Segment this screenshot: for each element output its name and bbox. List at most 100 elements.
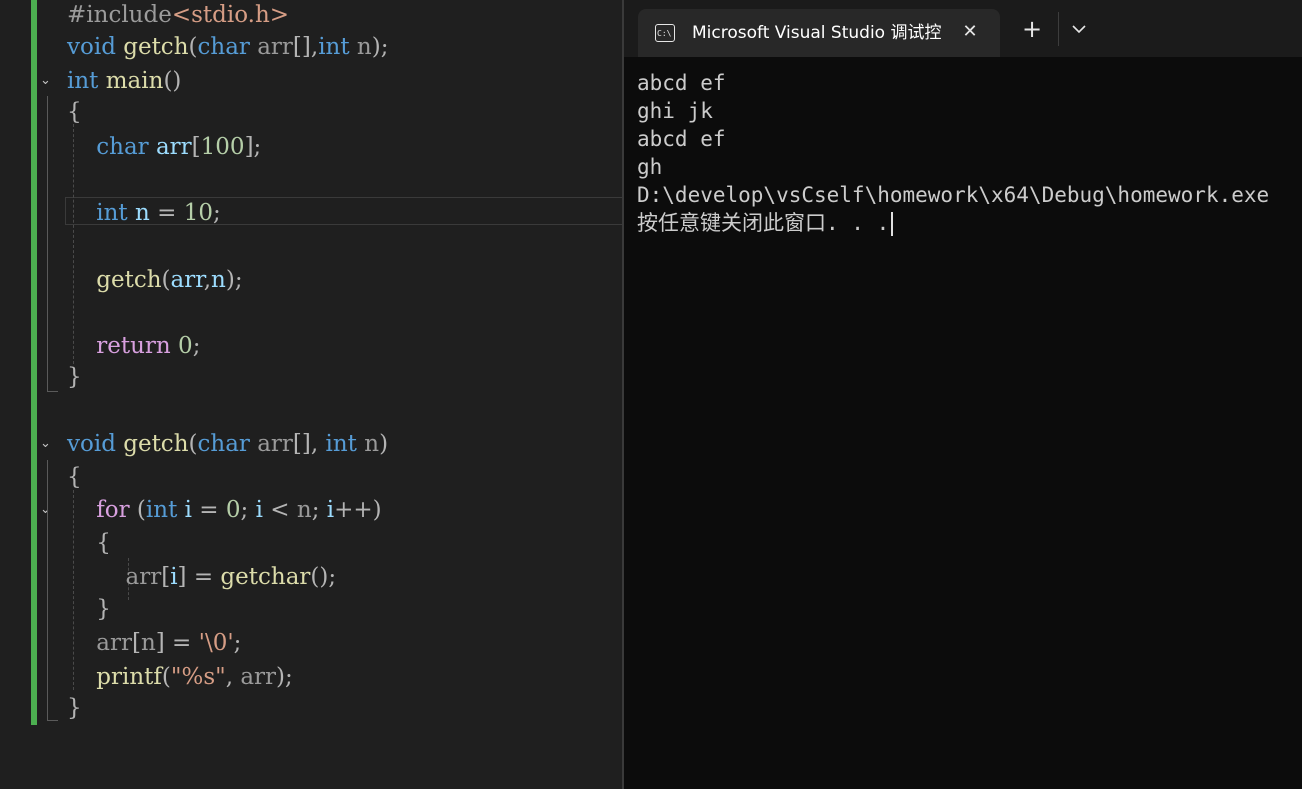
code-line: arr[i] = getchar(); bbox=[67, 562, 337, 592]
code-token: main bbox=[105, 68, 164, 94]
code-line: } bbox=[67, 594, 111, 624]
code-token: ( bbox=[161, 664, 171, 690]
output-line: abcd ef bbox=[637, 127, 726, 151]
code-token: arr bbox=[257, 431, 293, 457]
code-token: arr bbox=[125, 564, 162, 590]
code-line: { bbox=[67, 97, 82, 127]
code-token: [], bbox=[292, 34, 319, 60]
text-caret bbox=[891, 212, 894, 236]
code-token: ]; bbox=[244, 134, 262, 160]
tab-title: Microsoft Visual Studio 调试控 bbox=[692, 23, 942, 43]
code-token: < bbox=[262, 497, 297, 523]
code-token: ); bbox=[276, 664, 293, 690]
code-line: getch(arr,n); bbox=[67, 265, 243, 295]
code-token: printf bbox=[96, 664, 162, 690]
code-token: 10 bbox=[183, 200, 213, 226]
code-token: ( bbox=[129, 497, 146, 523]
code-token: ; bbox=[192, 333, 201, 359]
code-token: int bbox=[96, 200, 128, 226]
output-line: abcd ef bbox=[637, 71, 726, 95]
code-token: [ bbox=[131, 630, 141, 656]
code-token: ) bbox=[379, 431, 389, 457]
code-token: = bbox=[192, 497, 226, 523]
code-token: getch bbox=[123, 34, 189, 60]
code-token: } bbox=[67, 695, 82, 721]
code-token: , bbox=[203, 267, 212, 293]
code-line: printf("%s", arr); bbox=[67, 662, 293, 692]
close-icon[interactable]: ✕ bbox=[958, 19, 982, 45]
code-token: ); bbox=[225, 267, 243, 293]
code-line: void getch(char arr[],int n); bbox=[67, 32, 388, 62]
plus-icon[interactable]: + bbox=[1018, 15, 1046, 43]
code-token: ); bbox=[371, 34, 389, 60]
code-token: 100 bbox=[200, 134, 245, 160]
code-token: i bbox=[184, 497, 192, 523]
code-token: ] = bbox=[155, 630, 199, 656]
code-token: [ bbox=[161, 564, 171, 590]
code-token: ; bbox=[233, 630, 242, 656]
code-token: n bbox=[211, 267, 226, 293]
code-token: = bbox=[149, 200, 184, 226]
code-token: void bbox=[67, 431, 116, 457]
code-token: ( bbox=[188, 34, 198, 60]
output-line-prompt: 按任意键关闭此窗口. . . bbox=[637, 209, 894, 237]
code-editor[interactable]: ⌄ ⌄ ⌄ #include<stdio.h> void getch(char a… bbox=[0, 0, 624, 789]
code-token: () bbox=[163, 68, 182, 94]
code-token: n bbox=[134, 200, 150, 226]
output-line: ghi jk bbox=[637, 99, 713, 123]
code-token: arr bbox=[96, 630, 132, 656]
code-token: 0 bbox=[178, 333, 193, 359]
terminal-tab-bar: C:\ Microsoft Visual Studio 调试控 ✕ + bbox=[624, 0, 1302, 57]
fold-chevron-icon[interactable]: ⌄ bbox=[40, 66, 54, 96]
prompt-text: 按任意键关闭此窗口. . . bbox=[637, 211, 890, 235]
code-token: arr bbox=[240, 664, 277, 690]
code-token: (); bbox=[310, 564, 337, 590]
code-token: n bbox=[140, 630, 156, 656]
code-token: } bbox=[67, 596, 111, 622]
code-token: arr bbox=[257, 34, 293, 60]
code-token: { bbox=[67, 530, 111, 556]
code-token: getch bbox=[96, 267, 162, 293]
code-token: ; bbox=[213, 200, 221, 226]
code-token: #include bbox=[67, 2, 172, 28]
output-line: gh bbox=[637, 155, 663, 179]
code-token: [ bbox=[191, 134, 201, 160]
code-token: ( bbox=[161, 267, 171, 293]
code-token: arr bbox=[170, 267, 204, 293]
code-token: char bbox=[197, 431, 250, 457]
change-indicator-bar bbox=[31, 0, 37, 725]
chevron-down-icon[interactable] bbox=[1068, 15, 1090, 43]
code-token: getch bbox=[123, 431, 189, 457]
code-token: char bbox=[197, 34, 250, 60]
code-token: n bbox=[356, 34, 372, 60]
fold-chevron-icon[interactable]: ⌄ bbox=[40, 429, 54, 459]
code-line: for (int i = 0; i < n; i++) bbox=[67, 495, 381, 525]
code-token: n bbox=[296, 497, 312, 523]
code-line: return 0; bbox=[67, 331, 200, 361]
code-token: ; bbox=[240, 497, 256, 523]
terminal-tab[interactable]: C:\ Microsoft Visual Studio 调试控 ✕ bbox=[638, 9, 1000, 57]
code-token: { bbox=[67, 99, 82, 125]
code-token: int bbox=[67, 68, 99, 94]
code-token: <stdio.h> bbox=[171, 2, 290, 28]
code-line: char arr[100]; bbox=[67, 132, 261, 162]
code-line: void getch(char arr[], int n) bbox=[67, 429, 388, 459]
code-token: "%s" bbox=[170, 664, 226, 690]
terminal-window[interactable]: C:\ Microsoft Visual Studio 调试控 ✕ + abcd… bbox=[622, 0, 1302, 789]
code-token: getchar bbox=[220, 564, 311, 590]
code-token: char bbox=[96, 134, 149, 160]
scope-guide bbox=[47, 96, 58, 392]
code-token: int bbox=[145, 497, 178, 523]
code-token: i bbox=[255, 497, 263, 523]
code-token: for bbox=[96, 497, 130, 523]
